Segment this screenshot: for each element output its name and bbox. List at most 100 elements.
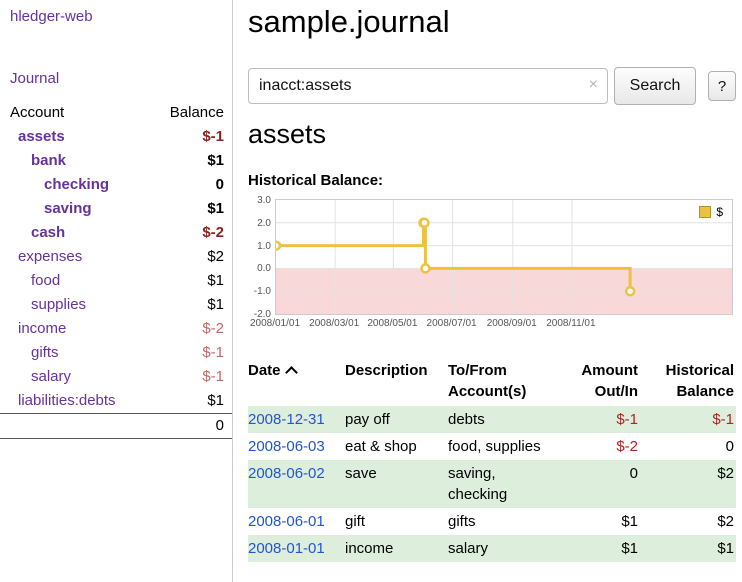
search-input[interactable] (248, 68, 608, 104)
chart-plot (275, 199, 733, 315)
account-link[interactable]: supplies (0, 296, 86, 314)
sort-asc-icon (285, 366, 298, 379)
cell-description: eat & shop (345, 433, 448, 460)
account-heading: assets (248, 119, 742, 150)
help-button[interactable]: ? (708, 71, 736, 101)
account-link[interactable]: income (0, 320, 66, 338)
x-tick-label: 2008/03/01 (309, 318, 359, 329)
search-box: × (248, 68, 608, 104)
account-row: income $-2 (0, 317, 232, 341)
historical-balance-chart: 3.02.01.00.0-1.0-2.0 $ 2008/01/012008/03… (248, 199, 742, 332)
account-link[interactable]: food (0, 272, 60, 290)
account-link[interactable]: saving (0, 200, 92, 218)
account-balance: $1 (207, 200, 224, 218)
cell-balance: $2 (640, 508, 736, 535)
column-header-date[interactable]: Date (248, 356, 345, 406)
page-title: sample.journal (248, 2, 742, 42)
account-balance: $1 (207, 272, 224, 290)
accounts-header-account: Account (0, 104, 64, 122)
cell-accounts: food, supplies (448, 433, 570, 460)
cell-description: pay off (345, 406, 448, 433)
app-title-link[interactable]: hledger-web (10, 8, 232, 25)
account-row: assets$-1 (0, 125, 232, 149)
account-link[interactable]: checking (0, 176, 109, 194)
account-row: saving $1 (0, 197, 232, 221)
y-tick-label: 1.0 (257, 241, 271, 252)
account-balance: 0 (216, 176, 224, 194)
accounts-total-value: 0 (216, 417, 224, 435)
cell-description: income (345, 535, 448, 562)
cell-amount: 0 (570, 460, 640, 508)
account-row: salary$-1 (0, 365, 232, 389)
transaction-date-link[interactable]: 2008-06-03 (248, 438, 325, 455)
x-tick-label: 2008/05/01 (367, 318, 417, 329)
account-row: gifts $-1 (0, 341, 232, 365)
account-balance: $-1 (202, 344, 224, 362)
account-link[interactable]: liabilities:debts (0, 392, 116, 410)
accounts-header-balance: Balance (170, 104, 224, 122)
account-link[interactable]: bank (0, 152, 66, 170)
account-link[interactable]: salary (0, 368, 71, 386)
clear-search-icon[interactable]: × (589, 77, 598, 93)
chart-x-axis: 2008/01/012008/03/012008/05/012008/07/01… (275, 318, 733, 332)
chart-title: Historical Balance: (248, 172, 742, 189)
y-tick-label: 3.0 (257, 195, 271, 206)
transaction-date-link[interactable]: 2008-06-02 (248, 465, 325, 482)
register-table-header: Date Description To/From Account(s) Amount … (248, 356, 736, 406)
chart-plot-area: $ 2008/01/012008/03/012008/05/012008/07/… (275, 199, 733, 332)
transaction-date-link[interactable]: 2008-12-31 (248, 411, 325, 428)
x-tick-label: 2008/09/01 (487, 318, 537, 329)
account-balance: $-2 (202, 224, 224, 242)
cell-amount: $1 (570, 508, 640, 535)
account-link[interactable]: gifts (0, 344, 59, 362)
cell-accounts: debts (448, 406, 570, 433)
cell-date: 2008-06-01 (248, 508, 345, 535)
column-header-amount: Amount Out/In (570, 356, 640, 406)
account-balance: $1 (207, 296, 224, 314)
cell-accounts: saving, checking (448, 460, 570, 508)
transaction-row: 2008-01-01incomesalary$1$1 (248, 535, 736, 562)
cell-balance: $2 (640, 460, 736, 508)
chart-y-axis: 3.02.01.00.0-1.0-2.0 (248, 199, 275, 317)
y-tick-label: 2.0 (257, 218, 271, 229)
cell-description: save (345, 460, 448, 508)
sidebar: hledger-web Journal Account Balance asse… (0, 0, 233, 582)
nav-journal-link[interactable]: Journal (10, 70, 232, 87)
legend-swatch-icon (699, 206, 711, 218)
column-header-label: Amount Out/In (581, 362, 638, 400)
column-header-label: Description (345, 362, 428, 379)
register-table: Date Description To/From Account(s) Amount … (248, 356, 736, 562)
account-balance: $2 (207, 248, 224, 266)
accounts-list: assets$-1bank$1checking0saving$1cash$-2e… (0, 125, 232, 413)
search-button[interactable]: Search (614, 67, 696, 105)
account-link[interactable]: assets (0, 128, 65, 146)
cell-balance: 0 (640, 433, 736, 460)
transaction-date-link[interactable]: 2008-01-01 (248, 540, 325, 557)
y-tick-label: -1.0 (254, 286, 271, 297)
column-header-label: Date (248, 362, 281, 379)
cell-amount: $-1 (570, 406, 640, 433)
cell-balance: $-1 (640, 406, 736, 433)
cell-date: 2008-06-02 (248, 460, 345, 508)
x-tick-label: 2008/07/01 (427, 318, 477, 329)
cell-accounts: salary (448, 535, 570, 562)
main-content: sample.journal × Search ? assets Histori… (248, 0, 742, 562)
cell-amount: $1 (570, 535, 640, 562)
account-link[interactable]: cash (0, 224, 65, 242)
account-row: bank $1 (0, 149, 232, 173)
transaction-date-link[interactable]: 2008-06-01 (248, 513, 325, 530)
search-form: × Search ? (248, 68, 742, 105)
accounts-header-row: Account Balance (0, 101, 232, 125)
column-header-label: To/From Account(s) (448, 362, 526, 400)
account-link[interactable]: expenses (0, 248, 82, 266)
accounts-panel: Account Balance assets$-1bank$1checking0… (0, 101, 232, 439)
legend-label: $ (716, 205, 723, 219)
account-balance: $-2 (202, 320, 224, 338)
cell-date: 2008-12-31 (248, 406, 345, 433)
account-row: liabilities:debts$1 (0, 389, 232, 413)
account-row: expenses $2 (0, 245, 232, 269)
column-header-accounts: To/From Account(s) (448, 356, 570, 406)
account-row: cash $-2 (0, 221, 232, 245)
account-balance: $1 (207, 152, 224, 170)
cell-amount: $-2 (570, 433, 640, 460)
